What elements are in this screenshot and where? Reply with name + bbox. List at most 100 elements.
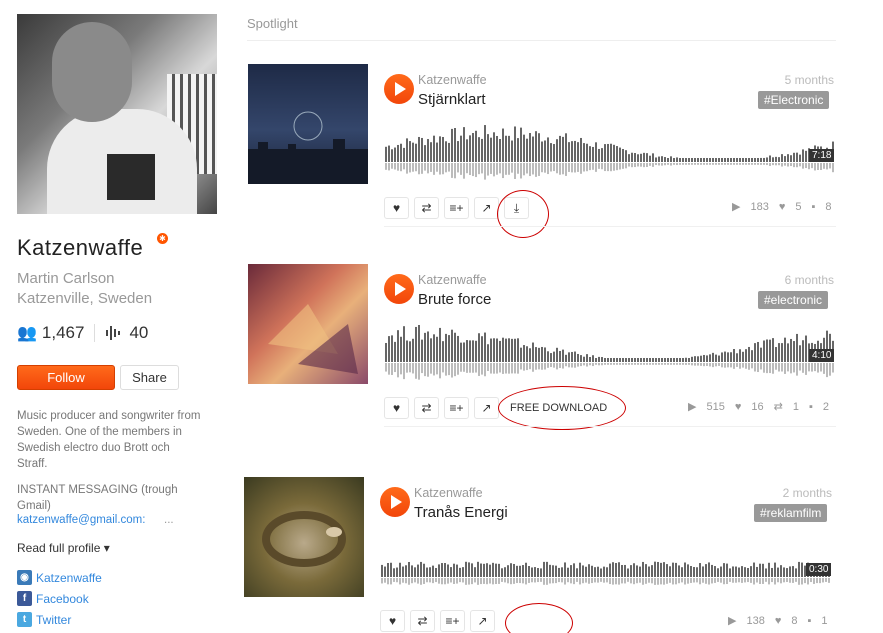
waveform-bar-reflection	[633, 578, 635, 585]
waveform-bar-reflection	[790, 163, 792, 167]
waveform-bar	[436, 142, 438, 162]
followers-count[interactable]: 1,467	[42, 323, 85, 343]
waveform[interactable]	[385, 120, 835, 180]
waveform-bar-reflection	[742, 363, 744, 368]
profile-avatar[interactable]	[17, 14, 217, 214]
like-button[interactable]: ♥	[384, 197, 409, 219]
waveform-bar-reflection	[655, 363, 657, 365]
email-more[interactable]: ...	[164, 514, 174, 526]
waveform-bar-reflection	[525, 578, 527, 585]
track-artwork[interactable]	[248, 64, 368, 184]
social-link-twitter[interactable]: t Twitter	[17, 612, 71, 627]
waveform-bar-reflection	[820, 363, 822, 372]
waveform-bar-reflection	[777, 578, 779, 583]
track-title[interactable]: Stjärnklart	[418, 91, 486, 108]
waveform[interactable]	[381, 535, 831, 595]
waveform-bar	[591, 565, 593, 577]
waveform-bar-reflection	[477, 578, 479, 585]
add-to-playlist-button[interactable]: ≡+	[444, 197, 469, 219]
read-full-profile-link[interactable]: Read full profile ▾	[17, 541, 110, 555]
repost-button[interactable]: ⇄	[414, 197, 439, 219]
social-link-facebook[interactable]: f Facebook	[17, 591, 89, 606]
waveform-bar-reflection	[666, 578, 668, 584]
comments-icon: ▪	[811, 200, 816, 213]
repost-button[interactable]: ⇄	[410, 610, 435, 632]
like-button[interactable]: ♥	[380, 610, 405, 632]
waveform-bar-reflection	[819, 578, 821, 584]
add-to-playlist-button[interactable]: ≡+	[444, 397, 469, 419]
waveform-bar-reflection	[559, 363, 561, 368]
waveform-bar	[798, 561, 800, 577]
waveform-bar-reflection	[696, 578, 698, 583]
waveform-bar-reflection	[649, 163, 651, 166]
track-artist[interactable]: Katzenwaffe	[418, 273, 487, 287]
waveform-bar	[583, 143, 585, 162]
waveform-bar-reflection	[775, 163, 777, 166]
waveform-bar-reflection	[787, 163, 789, 167]
waveform-bar-reflection	[535, 363, 537, 370]
waveform-bar-reflection	[442, 163, 444, 175]
waveform-bar	[648, 566, 650, 577]
waveform-bar-reflection	[619, 163, 621, 170]
play-button[interactable]	[384, 74, 414, 104]
waveform-bar-reflection	[496, 363, 498, 374]
waveform-bar-reflection	[405, 578, 407, 584]
waveform-bar	[415, 143, 417, 162]
waveform-bar	[394, 147, 396, 162]
track-title[interactable]: Brute force	[418, 291, 491, 308]
waveform-bar-reflection	[544, 363, 546, 370]
track-artist[interactable]: Katzenwaffe	[418, 73, 487, 87]
share-track-button[interactable]: ↗	[470, 610, 495, 632]
track-tag[interactable]: #Electronic	[758, 91, 830, 109]
waveform-bar-reflection	[403, 363, 405, 380]
like-button[interactable]: ♥	[384, 397, 409, 419]
waveform[interactable]	[385, 320, 835, 380]
waveform-bar	[522, 565, 524, 577]
waveform-bar	[640, 358, 642, 362]
waveform-bar	[481, 138, 483, 162]
track-artist[interactable]: Katzenwaffe	[414, 486, 483, 500]
waveform-bar-reflection	[426, 578, 428, 583]
waveform-bar-reflection	[744, 578, 746, 583]
email-link[interactable]: katzenwaffe@gmail.com:	[17, 514, 145, 526]
waveform-bar-reflection	[694, 163, 696, 165]
waveform-bar-reflection	[682, 363, 684, 365]
waveform-bar	[567, 567, 569, 577]
waveform-bar	[433, 135, 435, 162]
track-tag[interactable]: #electronic	[758, 291, 829, 309]
waveform-bar	[444, 563, 446, 577]
track-tag[interactable]: #reklamfilm	[754, 504, 828, 522]
waveform-bar-reflection	[406, 363, 408, 373]
waveform-bar-reflection	[484, 363, 486, 377]
waveform-bar-reflection	[601, 163, 603, 170]
play-button[interactable]	[380, 487, 410, 517]
add-to-playlist-button[interactable]: ≡+	[440, 610, 465, 632]
waveform-bar	[553, 351, 555, 362]
track-artwork[interactable]	[248, 264, 368, 384]
waveform-bar	[744, 567, 746, 577]
waveform-bar-reflection	[561, 578, 563, 583]
share-button[interactable]: Share	[120, 365, 179, 390]
waveform-bar-reflection	[532, 363, 534, 372]
waveform-bar	[525, 562, 527, 577]
share-track-button[interactable]: ↗	[474, 397, 499, 419]
waveform-bar	[757, 158, 759, 162]
waveform-bar	[466, 139, 468, 162]
waveform-bar	[390, 562, 392, 577]
share-track-button[interactable]: ↗	[474, 197, 499, 219]
waveform-bar-reflection	[406, 163, 408, 174]
waveform-bar-reflection	[726, 578, 728, 585]
waveform-bar	[675, 562, 677, 577]
follow-button[interactable]: Follow	[17, 365, 115, 390]
waveform-bar-reflection	[721, 363, 723, 368]
tracks-count[interactable]: 40	[129, 323, 148, 343]
repost-button[interactable]: ⇄	[414, 397, 439, 419]
waveform-bar	[607, 143, 609, 162]
track-title[interactable]: Tranås Energi	[414, 504, 508, 521]
waveform-bar	[724, 158, 726, 162]
waveform-bar-reflection	[759, 578, 761, 584]
social-link-website[interactable]: ◉ Katzenwaffe	[17, 570, 102, 585]
track-artwork[interactable]	[244, 477, 364, 597]
play-button[interactable]	[384, 274, 414, 304]
waveform-bar-reflection	[556, 163, 558, 174]
